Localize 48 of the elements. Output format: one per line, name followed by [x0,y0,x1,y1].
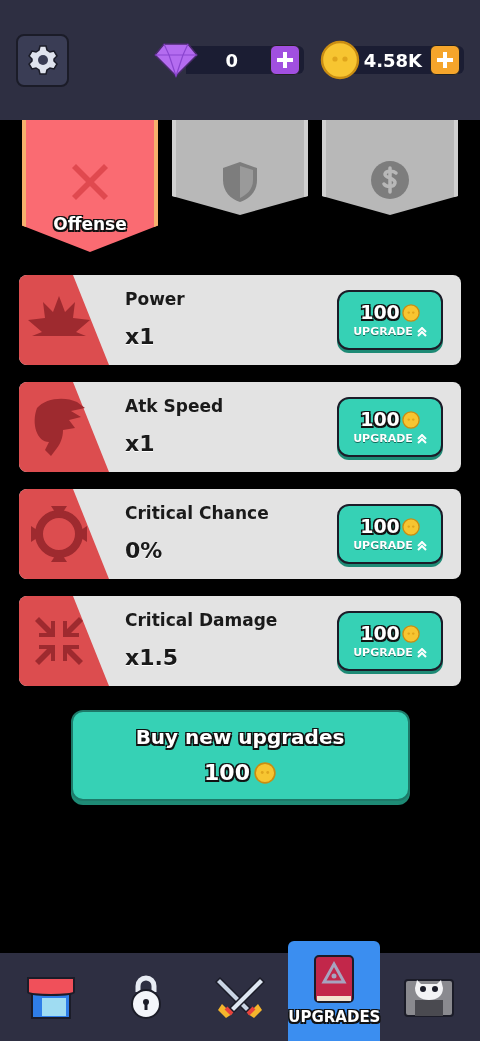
double-chevron-up-icon [416,540,427,551]
category-tab[interactable] [172,120,308,215]
category-tab[interactable]: Offense [22,120,158,252]
shield-icon [220,160,260,204]
book-icon [312,953,357,1006]
upgrade-label: UPGRADE [353,433,413,444]
upgrade-name: Critical Damage [125,608,279,632]
settings-icon [26,44,59,76]
upgrade-value: x1 [125,430,156,459]
upgrade-name: Atk Speed [125,394,225,418]
price: 100 [204,759,250,787]
plus-icon [275,51,294,69]
coin-icon [401,624,420,643]
upgrade-value: 0% [125,537,164,566]
category-tab[interactable] [322,120,458,215]
nav-tab[interactable]: UPGRADES [288,941,381,1041]
upgrade-button[interactable]: 100 UPGRADE [337,290,443,350]
settings-button[interactable] [16,33,69,87]
upgrade-value: x1.5 [125,644,180,673]
coin-icon [253,761,276,784]
coin-icon [401,517,420,536]
plus-icon [436,51,454,69]
upgrade-name: Power [125,287,186,311]
upgrade-button[interactable]: 100 UPGRADE [337,611,443,671]
price: 100 [360,303,400,322]
price: 100 [360,517,400,536]
double-chevron-up-icon [416,647,427,658]
currency-amount: 0 [224,48,239,73]
upgrade-label: UPGRADE [353,540,413,551]
upgrade-label: UPGRADE [353,647,413,658]
price: 100 [360,410,400,429]
upgrade-button[interactable]: 100 UPGRADE [337,504,443,564]
add-currency-button[interactable] [269,45,300,75]
coin-icon [401,410,420,429]
upgrade-name: Critical Chance [125,501,270,525]
coin-icon [401,303,420,322]
double-chevron-up-icon [416,326,427,337]
dollar-icon [370,160,410,200]
coin-icon [319,40,360,80]
upgrade-value: x1 [125,323,156,352]
lock-icon [128,974,163,1020]
currency-amount: 4.58K [363,48,422,73]
double-chevron-up-icon [416,433,427,444]
upgrade-label: UPGRADE [353,326,413,337]
upgrade-button[interactable]: 100 UPGRADE [337,397,443,457]
add-currency-button[interactable] [430,45,460,75]
shop-icon [26,974,77,1020]
price: 100 [360,624,400,643]
